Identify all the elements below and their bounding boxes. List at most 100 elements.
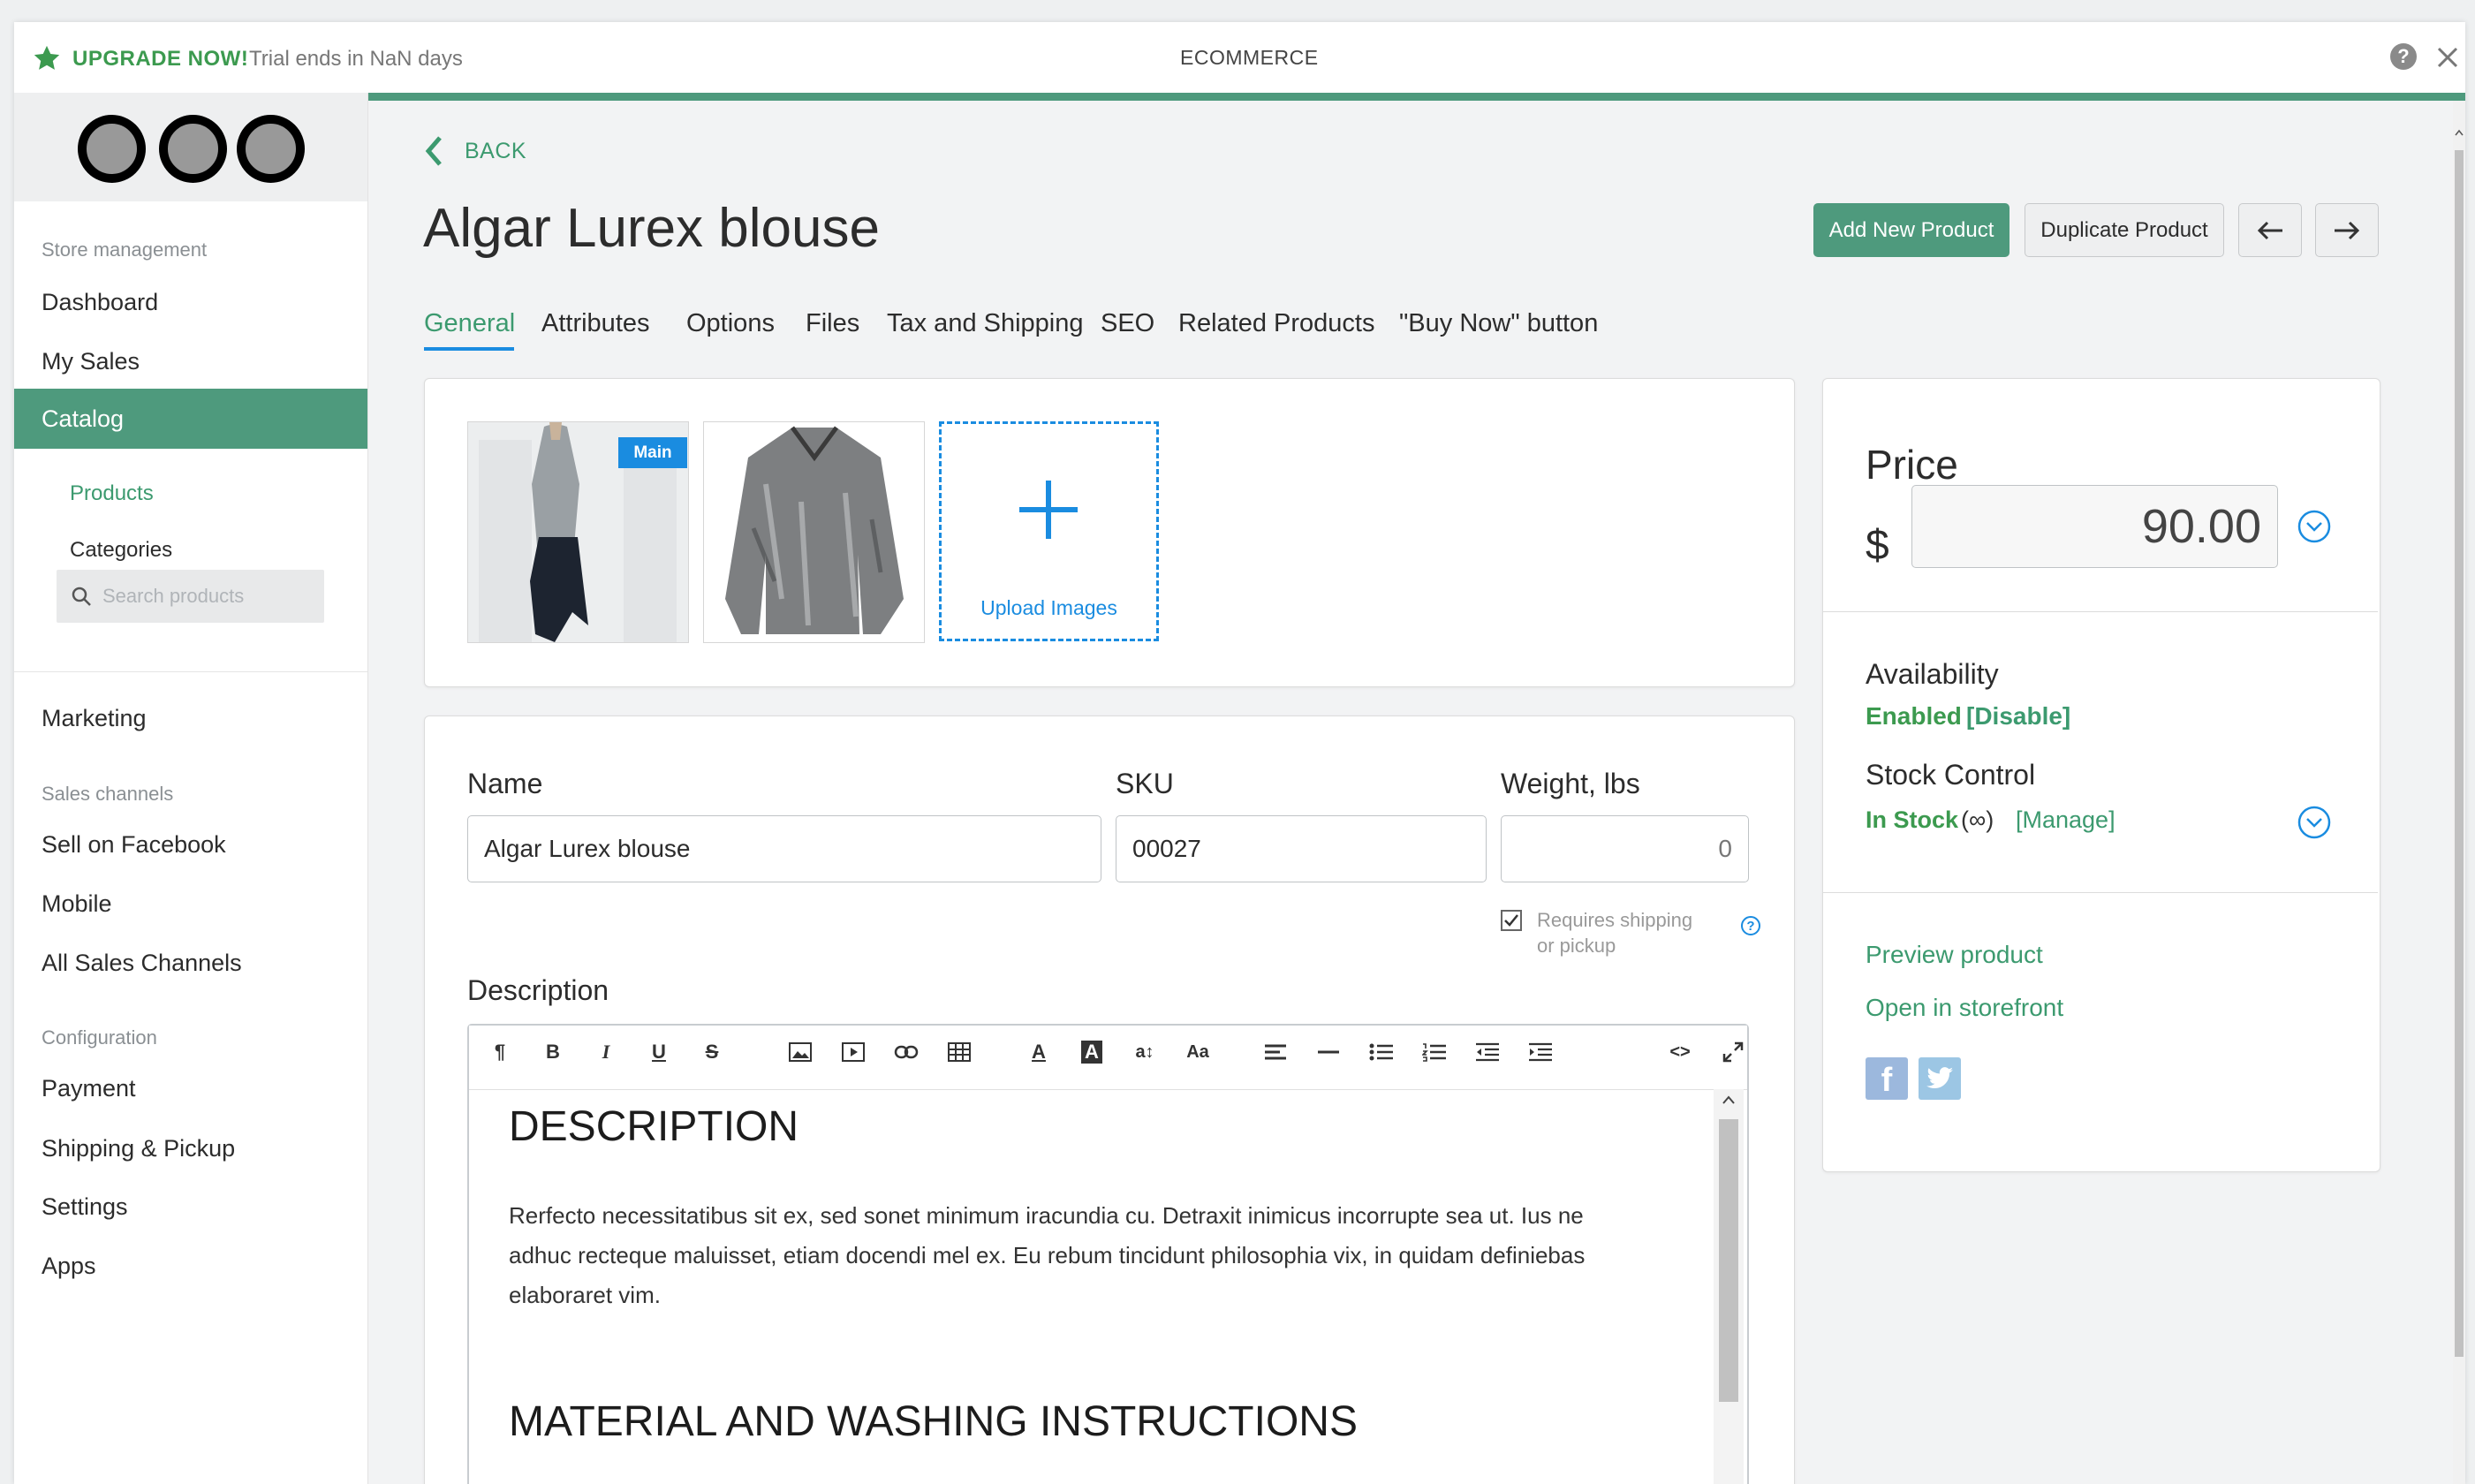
sidebar-item-settings[interactable]: Settings bbox=[42, 1193, 128, 1221]
product-image-2[interactable] bbox=[703, 421, 925, 643]
name-field[interactable]: Algar Lurex blouse bbox=[467, 815, 1101, 882]
font-color-icon[interactable]: A bbox=[1021, 1034, 1056, 1070]
sidebar-item-marketing[interactable]: Marketing bbox=[42, 705, 147, 732]
strikethrough-icon[interactable]: S bbox=[694, 1034, 730, 1070]
stock-infinity: (∞) bbox=[1961, 806, 1994, 833]
description-label: Description bbox=[467, 974, 609, 1006]
page-scrollbar[interactable] bbox=[2453, 101, 2465, 1484]
tab-options[interactable]: Options bbox=[686, 309, 775, 338]
open-in-storefront-link[interactable]: Open in storefront bbox=[1866, 994, 2063, 1022]
weight-field-value: 0 bbox=[1718, 835, 1732, 862]
table-icon[interactable] bbox=[942, 1034, 977, 1070]
checkmark-icon bbox=[1504, 914, 1518, 927]
sidebar-item-sell-on-facebook[interactable]: Sell on Facebook bbox=[42, 831, 226, 859]
back-link[interactable]: BACK bbox=[465, 139, 526, 164]
editor-scrollbar[interactable] bbox=[1714, 1089, 1744, 1484]
product-image-main[interactable]: Main bbox=[467, 421, 689, 643]
close-icon[interactable] bbox=[2436, 46, 2459, 69]
italic-icon[interactable]: I bbox=[588, 1034, 624, 1070]
sku-field[interactable]: 00027 bbox=[1116, 815, 1487, 882]
duplicate-product-button[interactable]: Duplicate Product bbox=[2025, 203, 2224, 257]
sidebar-item-my-sales[interactable]: My Sales bbox=[42, 348, 140, 375]
preview-product-link[interactable]: Preview product bbox=[1866, 941, 2043, 969]
sidebar: Store management Dashboard My Sales Cata… bbox=[14, 93, 368, 1484]
sidebar-item-mobile[interactable]: Mobile bbox=[42, 890, 112, 918]
bold-icon[interactable]: B bbox=[535, 1034, 571, 1070]
sidebar-item-shipping-pickup[interactable]: Shipping & Pickup bbox=[42, 1135, 235, 1162]
background-color-icon[interactable]: A bbox=[1074, 1034, 1109, 1070]
info-icon[interactable]: ? bbox=[1741, 916, 1760, 935]
requires-shipping-label: Requires shipping bbox=[1537, 909, 1693, 931]
code-view-icon[interactable]: <> bbox=[1662, 1034, 1698, 1070]
weight-field[interactable]: 0 bbox=[1501, 815, 1749, 882]
sidebar-item-catalog[interactable]: Catalog bbox=[14, 389, 367, 449]
sidebar-subitem-categories[interactable]: Categories bbox=[70, 538, 172, 563]
twitter-icon[interactable] bbox=[1919, 1057, 1961, 1100]
catalog-submenu bbox=[14, 449, 367, 671]
price-field-value: 90.00 bbox=[2141, 500, 2261, 553]
paragraph-icon[interactable]: ¶ bbox=[482, 1034, 518, 1070]
video-icon[interactable] bbox=[836, 1034, 871, 1070]
weight-label: Weight, lbs bbox=[1501, 768, 1640, 799]
upload-images-label: Upload Images bbox=[980, 596, 1117, 619]
chevron-down-icon[interactable] bbox=[2297, 806, 2331, 839]
editor-paragraph-line: adhuc recteque maluisset, etiam docendi … bbox=[509, 1242, 1586, 1268]
tab-tax-and-shipping[interactable]: Tax and Shipping bbox=[887, 309, 1084, 338]
font-family-icon[interactable]: Aa bbox=[1180, 1034, 1215, 1070]
next-product-button[interactable] bbox=[2315, 203, 2379, 257]
progress-stripe bbox=[367, 93, 2465, 101]
logo-dot bbox=[159, 115, 227, 183]
sidebar-item-all-sales-channels[interactable]: All Sales Channels bbox=[42, 950, 242, 977]
outdent-icon[interactable] bbox=[1470, 1034, 1505, 1070]
sidebar-item-label: Catalog bbox=[42, 405, 125, 432]
chevron-down-icon[interactable] bbox=[2297, 510, 2331, 543]
add-new-product-button[interactable]: Add New Product bbox=[1813, 203, 2010, 257]
previous-product-button[interactable] bbox=[2238, 203, 2302, 257]
app-title: ECOMMERCE bbox=[1180, 46, 1319, 69]
disable-link[interactable]: [Disable] bbox=[1966, 702, 2070, 731]
image-icon[interactable] bbox=[783, 1034, 818, 1070]
font-size-icon[interactable]: a↕ bbox=[1127, 1034, 1162, 1070]
back-chevron-icon[interactable] bbox=[424, 135, 443, 167]
logo-area bbox=[14, 93, 367, 201]
tab-general[interactable]: General bbox=[424, 309, 515, 338]
upgrade-now-link[interactable]: UPGRADE NOW! bbox=[72, 47, 248, 72]
upload-images-button[interactable]: Upload Images bbox=[939, 421, 1159, 641]
requires-shipping-checkbox[interactable] bbox=[1501, 910, 1522, 931]
align-icon[interactable] bbox=[1258, 1034, 1293, 1070]
app-window: UPGRADE NOW! Trial ends in NaN days ECOM… bbox=[14, 22, 2465, 1484]
horizontal-rule-icon[interactable] bbox=[1311, 1034, 1346, 1070]
editor-paragraph-line: elaboraret vim. bbox=[509, 1282, 661, 1308]
top-bar: UPGRADE NOW! Trial ends in NaN days ECOM… bbox=[14, 22, 2465, 94]
fullscreen-icon[interactable] bbox=[1715, 1034, 1751, 1070]
help-icon[interactable]: ? bbox=[2390, 43, 2417, 70]
scrollbar-thumb[interactable] bbox=[2455, 150, 2464, 1357]
tab-seo[interactable]: SEO bbox=[1101, 309, 1154, 338]
sidebar-item-dashboard[interactable]: Dashboard bbox=[42, 289, 158, 316]
manage-link[interactable]: [Manage] bbox=[2016, 806, 2115, 834]
name-label: Name bbox=[467, 768, 543, 799]
indent-icon[interactable] bbox=[1523, 1034, 1558, 1070]
price-field[interactable]: 90.00 bbox=[1911, 485, 2278, 568]
tab-attributes[interactable]: Attributes bbox=[541, 309, 650, 338]
underline-icon[interactable]: U bbox=[641, 1034, 677, 1070]
tab-related-products[interactable]: Related Products bbox=[1178, 309, 1374, 338]
sidebar-subitem-products[interactable]: Products bbox=[70, 481, 154, 506]
bullet-list-icon[interactable] bbox=[1364, 1034, 1399, 1070]
search-products-input[interactable]: Search products bbox=[57, 570, 324, 623]
editor-paragraph-line: Rerfecto necessitatibus sit ex, sed sone… bbox=[509, 1202, 1584, 1229]
sidebar-item-apps[interactable]: Apps bbox=[42, 1253, 96, 1280]
link-icon[interactable] bbox=[889, 1034, 924, 1070]
tab-files[interactable]: Files bbox=[806, 309, 859, 338]
availability-status: Enabled bbox=[1866, 702, 1962, 730]
tab-buy-now-button[interactable]: "Buy Now" button bbox=[1399, 309, 1598, 338]
facebook-icon[interactable]: f bbox=[1866, 1057, 1908, 1100]
scrollbar-thumb[interactable] bbox=[1719, 1119, 1738, 1402]
trial-text: Trial ends in NaN days bbox=[249, 47, 463, 71]
section-configuration: Configuration bbox=[42, 1026, 157, 1049]
sidebar-item-payment[interactable]: Payment bbox=[42, 1075, 136, 1102]
numbered-list-icon[interactable] bbox=[1417, 1034, 1452, 1070]
currency-symbol: $ bbox=[1866, 522, 1889, 569]
stock-control-label: Stock Control bbox=[1866, 759, 2036, 791]
sku-label: SKU bbox=[1116, 768, 1174, 799]
